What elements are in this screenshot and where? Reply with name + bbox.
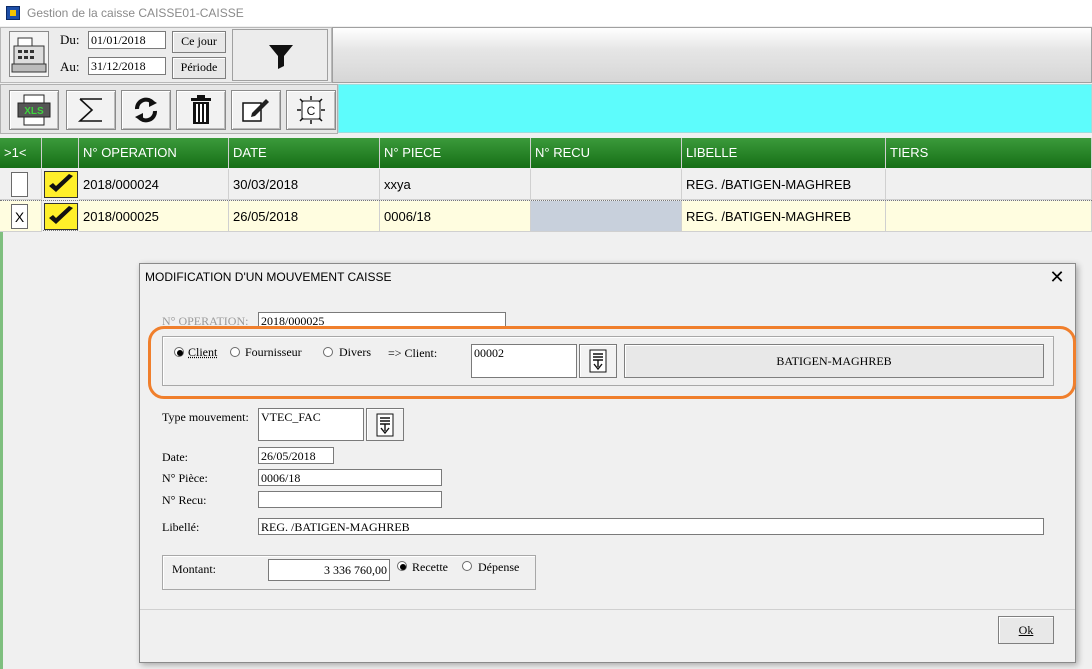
xls-text: XLS — [24, 106, 44, 117]
filter-button[interactable] — [232, 29, 328, 81]
edit-button[interactable] — [231, 90, 281, 130]
sum-icon — [77, 98, 102, 122]
libelle-label: Libellé: — [162, 520, 200, 534]
cell-piece: 0006/18 — [380, 201, 531, 232]
delete-button[interactable] — [176, 90, 226, 130]
column-recu[interactable]: N° RECU — [531, 138, 682, 168]
info-bar — [332, 27, 1092, 83]
toolbar: XLS C — [0, 84, 338, 134]
piece-label: N° Pièce: — [162, 471, 208, 485]
date-field[interactable]: 26/05/2018 — [258, 447, 334, 464]
cell-date: 30/03/2018 — [229, 169, 380, 200]
to-label: Au: — [60, 59, 80, 74]
radio-recette-label[interactable]: Recette — [412, 560, 448, 575]
dialog-title: MODIFICATION D'UN MOUVEMENT CAISSE — [145, 270, 392, 284]
cash-register-button[interactable] — [9, 31, 49, 77]
close-icon[interactable]: ✕ — [1045, 266, 1069, 288]
type-field[interactable]: VTEC_FAC — [258, 408, 364, 441]
ok-button[interactable]: Ok — [998, 616, 1054, 644]
cash-register-icon — [11, 37, 47, 73]
sum-button[interactable] — [66, 90, 116, 130]
funnel-icon — [269, 45, 293, 69]
excel-export-icon: XLS — [17, 94, 51, 126]
cell-tiers — [886, 201, 1092, 232]
column-date[interactable]: DATE — [229, 138, 380, 168]
today-button[interactable]: Ce jour — [172, 31, 226, 53]
cell-libelle: REG. /BATIGEN-MAGHREB — [682, 169, 886, 200]
grid-header: >1< N° OPERATION DATE N° PIECE N° RECU L… — [0, 138, 1092, 168]
column-status[interactable] — [42, 138, 79, 168]
validated-icon — [44, 203, 78, 230]
recu-field[interactable] — [258, 491, 442, 508]
window-title: Gestion de la caisse CAISSE01-CAISSE — [27, 6, 244, 20]
refresh-button[interactable] — [121, 90, 171, 130]
cash-register-icon: C — [297, 96, 325, 124]
table-row-selected[interactable]: X 2018/000025 26/05/2018 0006/18 REG. /B… — [0, 200, 1092, 232]
montant-field[interactable]: 3 336 760,00 — [268, 559, 390, 581]
c-text: C — [307, 104, 316, 118]
montant-label: Montant: — [172, 562, 216, 576]
row-checkbox[interactable] — [11, 172, 28, 197]
app-icon — [6, 6, 20, 20]
refresh-icon — [135, 97, 157, 123]
column-libelle[interactable]: LIBELLE — [682, 138, 886, 168]
cash-button[interactable]: C — [286, 90, 336, 130]
piece-field[interactable]: 0006/18 — [258, 469, 442, 486]
column-select-toggle[interactable]: >1< — [0, 138, 42, 168]
grid-left-edge — [0, 232, 3, 669]
date-label: Date: — [162, 450, 188, 464]
trash-icon — [191, 95, 211, 124]
status-bar — [338, 84, 1092, 133]
validated-icon — [44, 171, 78, 198]
radio-recette[interactable] — [397, 561, 407, 571]
row-checkbox[interactable]: X — [11, 204, 28, 229]
list-down-icon — [376, 413, 394, 436]
cell-operation: 2018/000024 — [79, 169, 229, 200]
type-label: Type mouvement: — [162, 410, 249, 424]
edit-movement-dialog: MODIFICATION D'UN MOUVEMENT CAISSE ✕ N° … — [139, 263, 1076, 663]
type-lookup-button[interactable] — [366, 408, 404, 441]
cell-recu[interactable] — [531, 201, 682, 232]
cell-date: 26/05/2018 — [229, 201, 380, 232]
from-date-input[interactable]: 01/01/2018 — [88, 31, 166, 49]
edit-icon — [242, 99, 269, 122]
title-bar: Gestion de la caisse CAISSE01-CAISSE — [0, 0, 1092, 26]
cell-recu — [531, 169, 682, 200]
highlight-annotation — [148, 326, 1076, 399]
recu-label: N° Recu: — [162, 493, 207, 507]
radio-depense-label[interactable]: Dépense — [478, 560, 519, 575]
from-label: Du: — [60, 32, 80, 47]
radio-depense[interactable] — [462, 561, 472, 571]
column-tiers[interactable]: TIERS — [886, 138, 1092, 168]
to-date-input[interactable]: 31/12/2018 — [88, 57, 166, 75]
period-button[interactable]: Période — [172, 57, 226, 79]
cell-piece: xxya — [380, 169, 531, 200]
column-operation[interactable]: N° OPERATION — [79, 138, 229, 168]
cell-operation: 2018/000025 — [79, 201, 229, 232]
table-row[interactable]: 2018/000024 30/03/2018 xxya REG. /BATIGE… — [0, 169, 1092, 200]
cell-tiers — [886, 169, 1092, 200]
excel-export-button[interactable]: XLS — [9, 90, 59, 130]
dialog-divider — [140, 609, 1075, 610]
column-piece[interactable]: N° PIECE — [380, 138, 531, 168]
libelle-field[interactable]: REG. /BATIGEN-MAGHREB — [258, 518, 1044, 535]
cell-libelle: REG. /BATIGEN-MAGHREB — [682, 201, 886, 232]
